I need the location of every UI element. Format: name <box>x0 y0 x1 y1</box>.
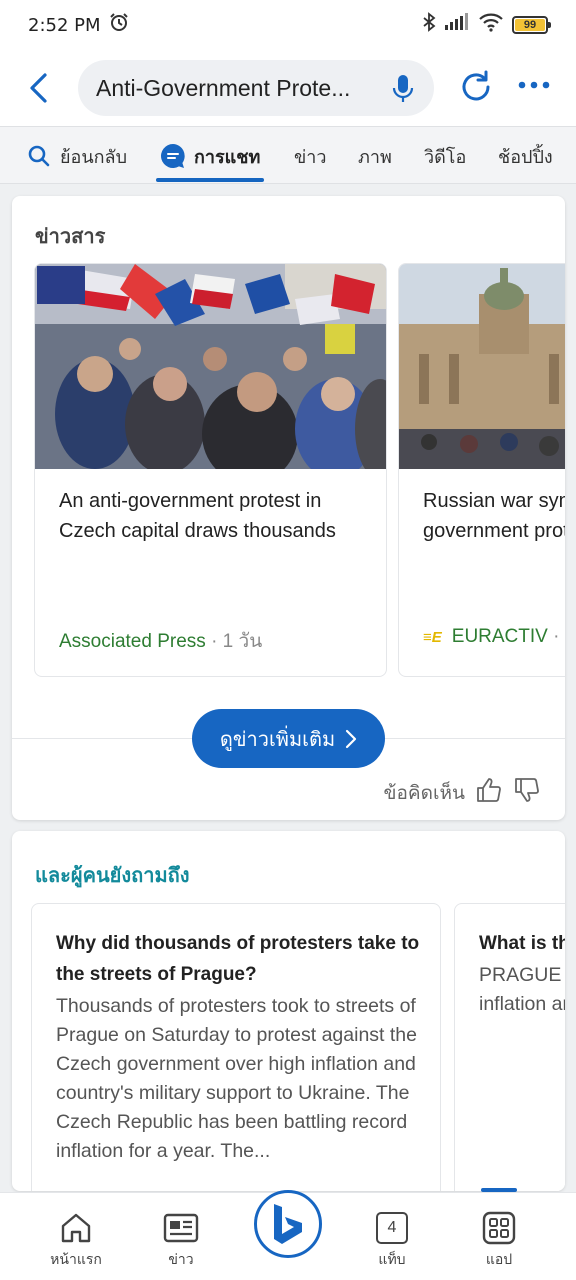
euractiv-logo-icon: ≡E <box>423 629 442 646</box>
thumbs-up-icon[interactable] <box>475 776 503 810</box>
article-age: · 1 วัน <box>205 631 263 652</box>
nav-label: แอป <box>485 1251 513 1267</box>
refresh-icon[interactable] <box>457 68 495 111</box>
chevron-left-icon <box>30 73 47 103</box>
chat-icon <box>161 144 185 168</box>
tab-images[interactable]: ภาพ <box>358 127 392 185</box>
article-age: · 1 <box>553 626 565 647</box>
answer-text: Thousands of protesters took to streets … <box>56 995 417 1162</box>
prague-museum-image <box>399 264 565 469</box>
search-query[interactable]: Anti-Government Prote... <box>96 75 366 102</box>
microphone-icon[interactable] <box>392 74 414 109</box>
more-news-label: ดูข่าวเพิ่มเติม <box>219 728 336 751</box>
apps-icon <box>482 1209 516 1247</box>
nav-home[interactable]: หน้าแรก <box>21 1193 131 1280</box>
question-card[interactable]: What is the poverty ral... PRAGUE (A... … <box>454 903 565 1191</box>
bing-chat-button[interactable] <box>254 1190 322 1258</box>
bing-icon <box>274 1204 302 1244</box>
search-tabs: ย้อนกลับ การแชท ข่าว ภาพ วิดีโอ ช้อปปิ้ง <box>0 126 576 184</box>
people-also-ask-title: และผู้คนยังถามถึง <box>35 865 190 887</box>
question-card[interactable]: Why did thousands of protesters take to … <box>31 903 441 1191</box>
tab-label: ข่าว <box>294 146 327 167</box>
battery-level: 99 <box>523 19 537 31</box>
tabs-icon: 4 <box>376 1209 408 1247</box>
people-also-ask-section: และผู้คนยังถามถึง Why did thousands of p… <box>12 831 565 1191</box>
nav-news[interactable]: ข่าว <box>126 1193 236 1280</box>
status-time: 2:52 PM <box>28 14 101 36</box>
active-tab-indicator <box>156 178 264 182</box>
tab-shopping[interactable]: ช้อปปิ้ง <box>498 127 553 185</box>
nav-label: หน้าแรก <box>50 1251 102 1267</box>
answer-text: PRAGUE (A... the Czech ... governmen... … <box>479 964 565 1015</box>
nav-label: แท็บ <box>378 1251 406 1267</box>
alarm-icon <box>109 12 129 38</box>
search-box[interactable]: Anti-Government Prote... <box>78 60 434 116</box>
article-headline[interactable]: An anti-government protest in Czech capi… <box>59 486 366 546</box>
article-headline[interactable]: Russian war symbols at anti-government p… <box>423 486 565 546</box>
home-icon <box>59 1209 93 1247</box>
tab-label: ภาพ <box>358 146 392 167</box>
source-name[interactable]: EURACTIV <box>452 626 548 647</box>
question-text[interactable]: What is the poverty ral... <box>479 928 565 959</box>
nav-tabs[interactable]: 4 แท็บ <box>337 1193 447 1280</box>
tab-label: ย้อนกลับ <box>60 146 128 167</box>
back-button[interactable] <box>0 50 76 126</box>
question-text[interactable]: Why did thousands of protesters take to … <box>56 928 426 990</box>
wifi-icon <box>478 12 504 38</box>
tab-back[interactable]: ย้อนกลับ <box>28 127 127 185</box>
top-bar: Anti-Government Prote... <box>0 50 576 126</box>
tab-label: วิดีโอ <box>424 146 467 167</box>
more-options-icon[interactable] <box>518 76 550 94</box>
battery-icon: 99 <box>512 16 551 34</box>
signal-icon <box>444 13 470 37</box>
news-article-card[interactable]: Russian war symbols at anti-government p… <box>398 263 565 677</box>
search-icon <box>28 145 50 167</box>
protest-crowd-image <box>35 264 386 469</box>
article-source: Associated Press · 1 วัน <box>59 626 262 656</box>
thumbs-down-icon[interactable] <box>513 776 541 810</box>
tab-news[interactable]: ข่าว <box>294 127 327 185</box>
source-name[interactable]: Associated Press <box>59 631 206 652</box>
tab-label: การแชท <box>194 146 261 167</box>
feedback-row: ข้อคิดเห็น <box>384 776 541 810</box>
tab-videos[interactable]: วิดีโอ <box>424 127 466 185</box>
nav-apps[interactable]: แอป <box>444 1193 554 1280</box>
news-article-card[interactable]: An anti-government protest in Czech capi… <box>34 263 387 677</box>
news-icon <box>163 1209 199 1247</box>
news-section: ข่าวสาร An anti-government protest in Cz… <box>12 196 565 820</box>
feedback-label: ข้อคิดเห็น <box>383 783 465 804</box>
article-source: ≡E EURACTIV · 1 <box>423 626 565 648</box>
tab-label: ช้อปปิ้ง <box>498 146 553 167</box>
nav-label: ข่าว <box>168 1251 194 1267</box>
news-section-title: ข่าวสาร <box>35 226 106 248</box>
chevron-right-icon <box>346 729 357 748</box>
status-bar: 2:52 PM 99 <box>0 0 576 50</box>
more-news-button[interactable]: ดูข่าวเพิ่มเติม <box>192 709 385 768</box>
tab-count: 4 <box>376 1212 408 1244</box>
tab-chat[interactable]: การแชท <box>160 127 260 185</box>
bluetooth-icon <box>422 12 436 38</box>
